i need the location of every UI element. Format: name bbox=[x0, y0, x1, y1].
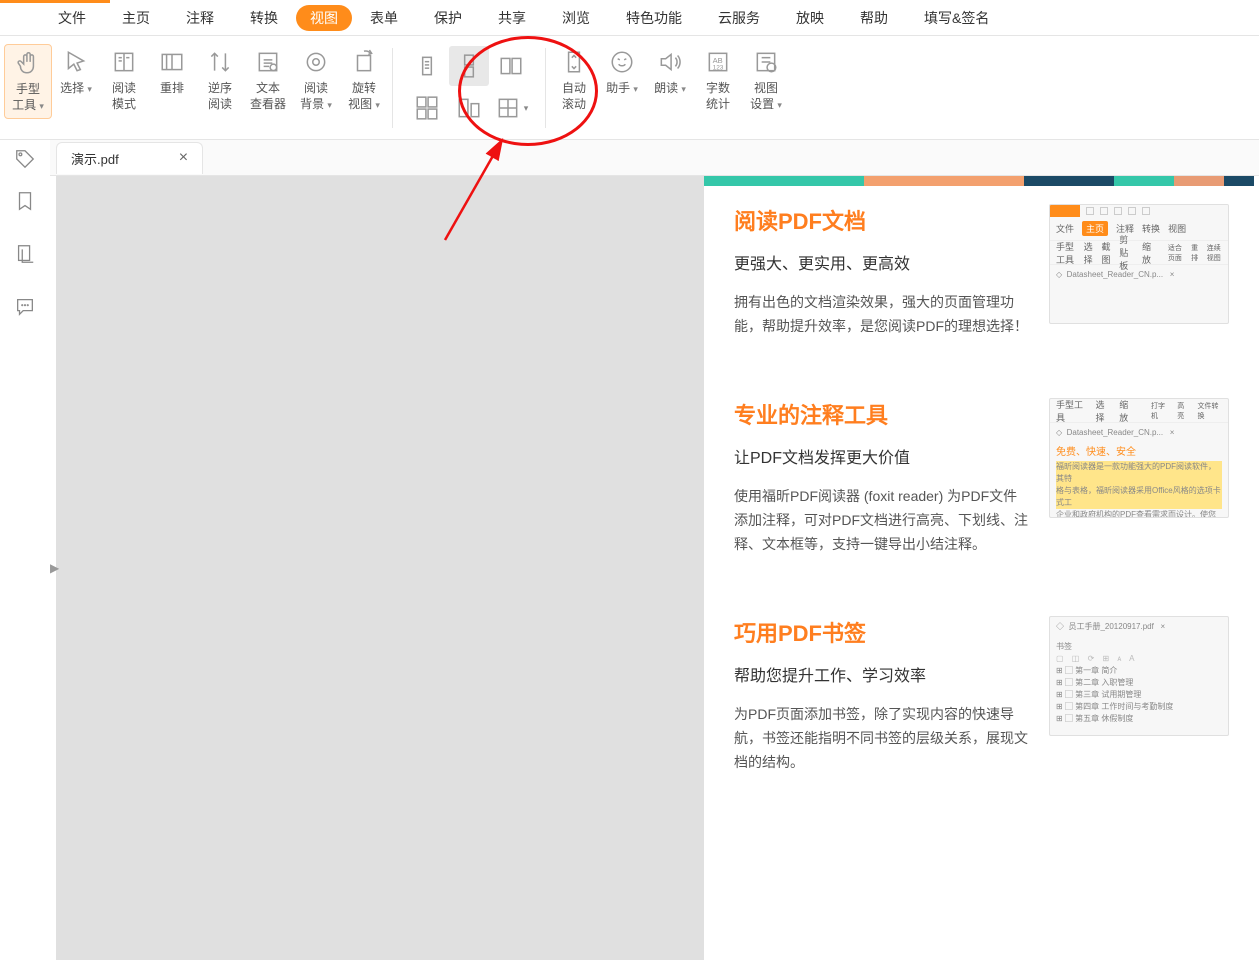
cont-facing-icon bbox=[413, 94, 441, 122]
bookmark-icon[interactable] bbox=[14, 190, 36, 215]
menu-特色功能[interactable]: 特色功能 bbox=[608, 0, 700, 36]
document-tab[interactable]: 演示.pdf × bbox=[56, 142, 203, 174]
ribbon-hand-button[interactable]: 手型 工具 ▾ bbox=[4, 44, 52, 119]
feature-body: 拥有出色的文档渲染效果，强大的页面管理功能，帮助提升效率，是您阅读PDF的理想选… bbox=[734, 290, 1029, 338]
comment-icon[interactable] bbox=[14, 296, 36, 321]
layout-single-button[interactable] bbox=[407, 46, 447, 86]
side-panel bbox=[0, 176, 50, 960]
layout-facing-button[interactable] bbox=[491, 46, 531, 86]
view-settings-icon bbox=[752, 48, 780, 76]
ribbon: 手型 工具 ▾选择 ▾阅读 模式重排逆序 阅读文本 查看器阅读 背景 ▾旋转 视… bbox=[0, 36, 1259, 140]
feature-block: 专业的注释工具让PDF文档发挥更大价值使用福昕PDF阅读器 (foxit rea… bbox=[704, 398, 1259, 616]
rotate-icon bbox=[350, 48, 378, 76]
menu-视图[interactable]: 视图 bbox=[296, 5, 352, 31]
blank-page bbox=[56, 176, 696, 960]
ribbon-speak-button[interactable]: 朗读 ▾ bbox=[646, 44, 694, 117]
menu-放映[interactable]: 放映 bbox=[778, 0, 842, 36]
pages-icon[interactable] bbox=[14, 243, 36, 268]
feature-body: 使用福昕PDF阅读器 (foxit reader) 为PDF文件添加注释，可对P… bbox=[734, 484, 1029, 556]
single-icon bbox=[413, 52, 441, 80]
autoscroll-icon bbox=[560, 48, 588, 76]
hand-icon bbox=[14, 49, 42, 77]
menu-转换[interactable]: 转换 bbox=[232, 0, 296, 36]
feature-block: 阅读PDF文档更强大、更实用、更高效拥有出色的文档渲染效果，强大的页面管理功能，… bbox=[704, 204, 1259, 398]
ribbon-reflow-button[interactable]: 重排 bbox=[148, 44, 196, 119]
select-icon bbox=[62, 48, 90, 76]
assistant-icon bbox=[608, 48, 636, 76]
feature-thumbnail: ◇ 员工手册_20120917.pdf ×书签▢ ◫ ⟳ ⊞ ᴀ A⊞ ▢ 第一… bbox=[1049, 616, 1229, 736]
ribbon-rotate-button[interactable]: 旋转 视图 ▾ bbox=[340, 44, 388, 119]
separate-icon bbox=[455, 94, 483, 122]
feature-body: 为PDF页面添加书签，除了实现内容的快速导航，书签还能指明不同书签的层级关系，展… bbox=[734, 702, 1029, 774]
feature-thumbnail: 文件主页注释转换视图手型工具选择截图剪贴板缩放适合页面重排连续视图◇ Datas… bbox=[1049, 204, 1229, 324]
ribbon-select-button[interactable]: 选择 ▾ bbox=[52, 44, 100, 119]
text-viewer-icon bbox=[254, 48, 282, 76]
layout-separate-button[interactable] bbox=[449, 88, 489, 128]
feature-thumbnail: 手型工具选择缩放打字机高亮文件转换◇ Datasheet_Reader_CN.p… bbox=[1049, 398, 1229, 518]
ribbon-reverse-button[interactable]: 逆序 阅读 bbox=[196, 44, 244, 119]
menu-保护[interactable]: 保护 bbox=[416, 0, 480, 36]
ribbon-separator bbox=[545, 48, 546, 128]
ribbon-autoscroll-button[interactable]: 自动 滚动 bbox=[550, 44, 598, 117]
color-strip bbox=[704, 176, 1259, 186]
read-bg-icon bbox=[302, 48, 330, 76]
ribbon-read-bg-button[interactable]: 阅读 背景 ▾ bbox=[292, 44, 340, 119]
menu-注释[interactable]: 注释 bbox=[168, 0, 232, 36]
menu-云服务[interactable]: 云服务 bbox=[700, 0, 778, 36]
feature-title: 巧用PDF书签 bbox=[734, 616, 1029, 648]
layout-cont-facing-button[interactable] bbox=[407, 88, 447, 128]
split-icon bbox=[494, 94, 522, 122]
menu-主页[interactable]: 主页 bbox=[104, 0, 168, 36]
ribbon-view-settings-button[interactable]: 视图 设置 ▾ bbox=[742, 44, 790, 117]
expand-handle-icon[interactable]: ▶ bbox=[50, 561, 59, 575]
cont-single-icon bbox=[455, 52, 483, 80]
wordcount-icon: AB123 bbox=[704, 48, 732, 76]
close-tab-icon[interactable]: × bbox=[179, 149, 188, 167]
svg-text:123: 123 bbox=[713, 65, 724, 72]
speak-icon bbox=[656, 48, 684, 76]
page-layout-grid: ▾ bbox=[397, 44, 541, 130]
menu-文件[interactable]: 文件 bbox=[40, 0, 104, 36]
facing-icon bbox=[497, 52, 525, 80]
tab-bar: 演示.pdf × bbox=[50, 140, 1259, 176]
tab-title: 演示.pdf bbox=[71, 149, 119, 168]
layout-split-button[interactable]: ▾ bbox=[491, 88, 531, 128]
menu-表单[interactable]: 表单 bbox=[352, 0, 416, 36]
ribbon-wordcount-button[interactable]: AB123字数 统计 bbox=[694, 44, 742, 117]
document-page: 阅读PDF文档更强大、更实用、更高效拥有出色的文档渲染效果，强大的页面管理功能，… bbox=[704, 176, 1259, 960]
feature-block: 巧用PDF书签帮助您提升工作、学习效率为PDF页面添加书签，除了实现内容的快速导… bbox=[704, 616, 1259, 834]
reverse-icon bbox=[206, 48, 234, 76]
feature-title: 专业的注释工具 bbox=[734, 398, 1029, 430]
page-surface[interactable]: ▶ 阅读PDF文档更强大、更实用、更高效拥有出色的文档渲染效果，强大的页面管理功… bbox=[56, 176, 1259, 960]
feature-subtitle: 让PDF文档发挥更大价值 bbox=[734, 444, 1029, 468]
menu-浏览[interactable]: 浏览 bbox=[544, 0, 608, 36]
menu-填写&签名[interactable]: 填写&签名 bbox=[906, 0, 1007, 36]
ribbon-assistant-button[interactable]: 助手 ▾ bbox=[598, 44, 646, 117]
menu-bar: 文件主页注释转换视图表单保护共享浏览特色功能云服务放映帮助填写&签名 bbox=[0, 0, 1259, 36]
tag-icon[interactable] bbox=[14, 148, 36, 173]
layout-cont-single-button[interactable] bbox=[449, 46, 489, 86]
feature-subtitle: 更强大、更实用、更高效 bbox=[734, 250, 1029, 274]
menu-共享[interactable]: 共享 bbox=[480, 0, 544, 36]
ribbon-read-mode-button[interactable]: 阅读 模式 bbox=[100, 44, 148, 119]
ribbon-text-viewer-button[interactable]: 文本 查看器 bbox=[244, 44, 292, 119]
ribbon-separator bbox=[392, 48, 393, 128]
menu-帮助[interactable]: 帮助 bbox=[842, 0, 906, 36]
reflow-icon bbox=[158, 48, 186, 76]
read-mode-icon bbox=[110, 48, 138, 76]
feature-title: 阅读PDF文档 bbox=[734, 204, 1029, 236]
feature-subtitle: 帮助您提升工作、学习效率 bbox=[734, 662, 1029, 686]
